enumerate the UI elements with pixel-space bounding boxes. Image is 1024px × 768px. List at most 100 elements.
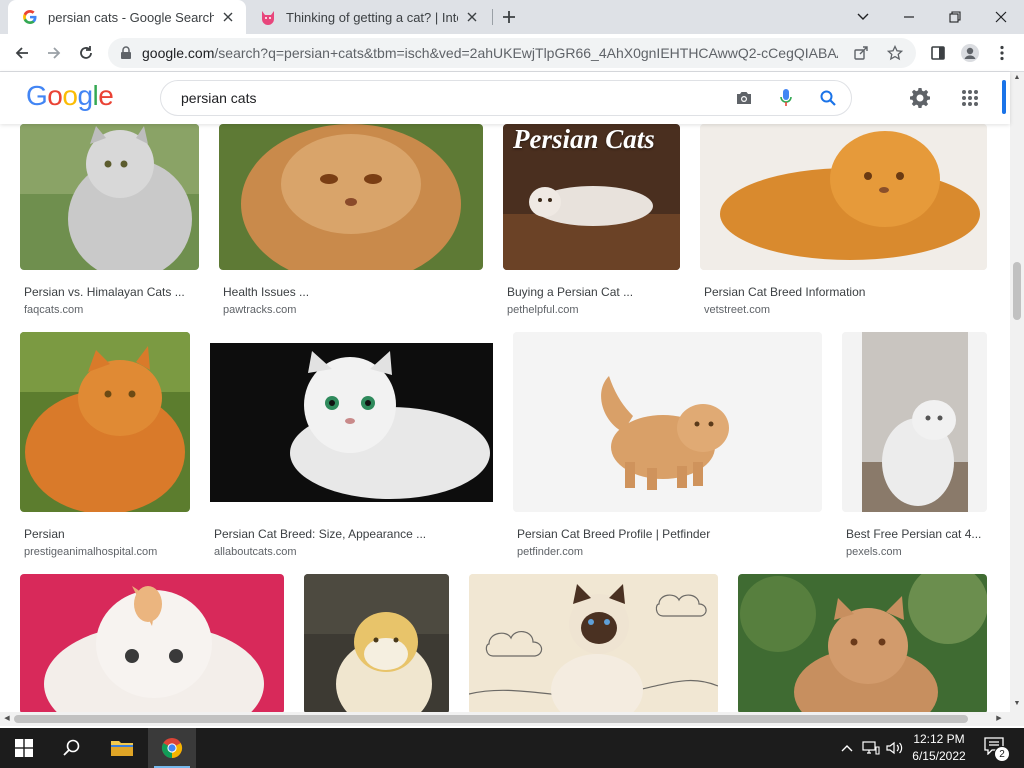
logo-text: Google [26, 80, 114, 111]
result-thumbnail[interactable] [513, 332, 822, 512]
camera-search-icon[interactable] [731, 85, 757, 111]
horizontal-scroll-thumb[interactable] [14, 715, 968, 723]
minimize-button[interactable] [886, 0, 932, 34]
result-source: pawtracks.com [223, 304, 297, 316]
star-icon[interactable] [884, 42, 906, 64]
restore-button[interactable] [932, 0, 978, 34]
search-icon[interactable] [815, 85, 841, 111]
tab-thinking-cat[interactable]: Thinking of getting a cat? | Interr [246, 0, 490, 34]
url-text[interactable]: google.com/search?q=persian+cats&tbm=isc… [142, 45, 838, 61]
result-source: allaboutcats.com [214, 546, 297, 558]
result-caption[interactable]: Health Issues ... [223, 285, 479, 299]
settings-button[interactable] [906, 84, 934, 112]
new-tab-button[interactable] [498, 6, 520, 28]
logo-letter: e [98, 80, 114, 111]
result-source: pethelpful.com [507, 304, 579, 316]
result-thumbnail[interactable] [210, 343, 493, 502]
google-logo[interactable]: Google [26, 80, 114, 112]
result-source: petfinder.com [517, 546, 584, 558]
result-caption[interactable]: Persian Cat Breed Profile | Petfinder [517, 527, 819, 541]
image-result[interactable]: Persian Cat Breed: Size, Appearance ... … [210, 332, 494, 558]
search-box [160, 80, 852, 116]
tab-separator [492, 9, 493, 25]
taskbar-clock[interactable]: 12:12 PM 6/15/2022 [902, 731, 976, 765]
share-icon[interactable] [850, 42, 872, 64]
browser-toolbar: google.com/search?q=persian+cats&tbm=isc… [0, 34, 1024, 72]
start-button[interactable] [0, 728, 48, 768]
vertical-scrollbar[interactable]: ▲ ▼ [1010, 72, 1024, 712]
image-result[interactable]: Persian Cats Buying a Persian Cat ... pe… [503, 124, 681, 316]
close-window-button[interactable] [978, 0, 1024, 34]
close-icon[interactable] [220, 9, 236, 25]
network-button[interactable] [860, 728, 882, 768]
result-thumbnail[interactable] [842, 332, 987, 512]
result-thumbnail[interactable] [219, 124, 483, 270]
account-button-edge[interactable] [1002, 80, 1006, 114]
network-icon [862, 741, 880, 755]
close-icon[interactable] [464, 9, 480, 25]
result-thumbnail[interactable] [700, 124, 987, 270]
side-panel-icon [931, 46, 945, 60]
forward-button[interactable] [40, 39, 68, 67]
image-result[interactable] [469, 574, 719, 712]
tab-title: persian cats - Google Search [48, 9, 214, 25]
windows-taskbar: 12:12 PM 6/15/2022 2 [0, 728, 1024, 768]
result-thumbnail[interactable] [469, 574, 718, 712]
image-result[interactable]: Health Issues ... pawtracks.com [219, 124, 484, 316]
vertical-scroll-thumb[interactable] [1013, 262, 1021, 320]
clock-date: 6/15/2022 [912, 749, 966, 763]
scroll-right-icon[interactable]: ▶ [995, 715, 1003, 723]
image-result[interactable] [738, 574, 988, 712]
tab-google-search[interactable]: persian cats - Google Search [8, 0, 246, 34]
restore-icon [949, 11, 961, 23]
result-thumbnail[interactable] [738, 574, 987, 712]
apps-button[interactable] [956, 84, 984, 112]
result-caption[interactable]: Persian Cat Breed Information [704, 285, 984, 299]
action-center-button[interactable]: 2 [980, 734, 1010, 762]
scroll-left-icon[interactable]: ◀ [3, 715, 11, 723]
plus-icon [503, 11, 515, 23]
result-thumbnail[interactable] [304, 574, 449, 712]
result-thumbnail[interactable] [20, 574, 284, 712]
search-icon [63, 739, 80, 756]
result-caption[interactable]: Persian [24, 527, 188, 541]
horizontal-scrollbar[interactable]: ◀ ▶ [0, 712, 1010, 726]
side-panel-button[interactable] [924, 39, 952, 67]
scroll-down-icon[interactable]: ▼ [1013, 700, 1021, 708]
reload-button[interactable] [72, 39, 100, 67]
browser-menu-button[interactable] [988, 39, 1016, 67]
image-result[interactable]: Persian prestigeanimalhospital.com [20, 332, 191, 558]
image-result[interactable]: Persian vs. Himalayan Cats ... faqcats.c… [20, 124, 200, 316]
result-caption[interactable]: Persian vs. Himalayan Cats ... [24, 285, 196, 299]
gear-icon [910, 88, 930, 108]
result-source: faqcats.com [24, 304, 84, 316]
image-result[interactable] [304, 574, 450, 712]
result-thumbnail[interactable] [20, 332, 190, 512]
image-result[interactable] [20, 574, 285, 712]
result-caption[interactable]: Best Free Persian cat 4... [846, 527, 984, 541]
result-caption[interactable]: Buying a Persian Cat ... [507, 285, 677, 299]
address-bar[interactable]: google.com/search?q=persian+cats&tbm=isc… [108, 38, 916, 68]
image-result[interactable]: Persian Cat Breed Profile | Petfinder pe… [513, 332, 823, 558]
image-result[interactable]: Persian Cat Breed Information vetstreet.… [700, 124, 988, 316]
lock-icon[interactable] [120, 46, 134, 60]
profile-button[interactable] [956, 39, 984, 67]
tab-search-button[interactable] [840, 0, 886, 34]
url-host: google.com [142, 45, 215, 61]
microphone-icon[interactable] [773, 85, 799, 111]
chrome-icon [161, 738, 183, 759]
result-thumbnail[interactable] [20, 124, 199, 270]
result-source: prestigeanimalhospital.com [24, 546, 158, 558]
clock-time: 12:12 PM [913, 732, 965, 746]
scroll-up-icon[interactable]: ▲ [1013, 74, 1021, 82]
result-thumbnail[interactable]: Persian Cats [503, 124, 680, 270]
file-explorer-button[interactable] [98, 728, 146, 768]
taskbar-search-button[interactable] [48, 728, 96, 768]
search-input[interactable] [181, 90, 715, 106]
result-caption[interactable]: Persian Cat Breed: Size, Appearance ... [214, 527, 490, 541]
image-result[interactable]: Best Free Persian cat 4... pexels.com [842, 332, 988, 558]
back-button[interactable] [8, 39, 36, 67]
screen: persian cats - Google Search Thinking of… [0, 0, 1024, 768]
chrome-taskbar-button[interactable] [148, 728, 196, 768]
show-hidden-icons-button[interactable] [838, 728, 856, 768]
